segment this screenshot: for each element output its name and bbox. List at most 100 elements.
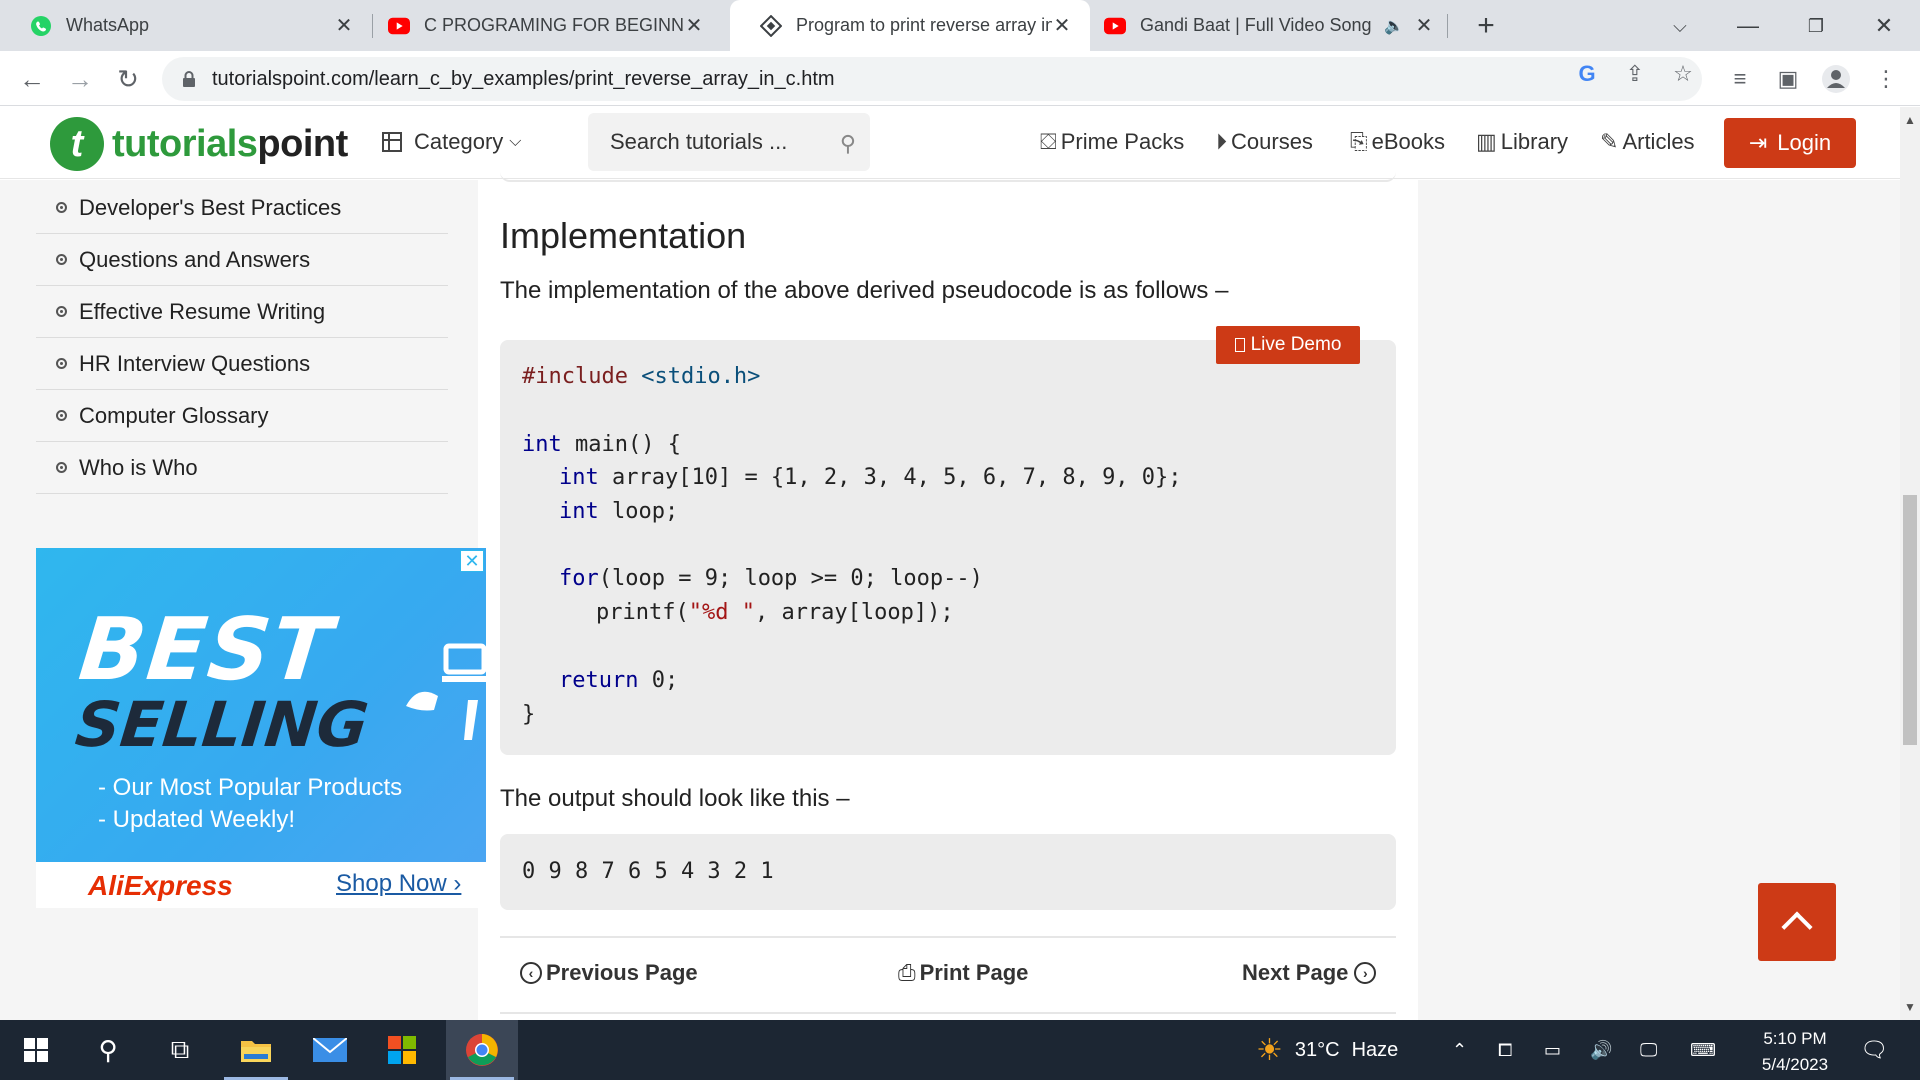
media-control-icon[interactable]: ≡ [1722,61,1758,97]
close-icon[interactable]: ✕ [1052,13,1072,38]
task-view-icon[interactable]: ⧉ [144,1020,216,1080]
shopping-items-icon [406,643,486,740]
code-line: int loop; [559,499,678,524]
page-scrollbar[interactable]: ▲ ▼ [1900,107,1920,1020]
code-line: int main() { [522,432,681,457]
search-taskbar-icon[interactable]: ⚲ [72,1020,144,1080]
close-window-button[interactable]: ✕ [1864,8,1904,44]
address-bar[interactable]: tutorialspoint.com/learn_c_by_examples/p… [162,57,1702,101]
tab-gandi-baat[interactable]: Gandi Baat | Full Video Song 🔈 ✕ [1090,0,1452,51]
share-icon[interactable]: ⇪ [1620,59,1650,89]
meet-now-icon[interactable]: ⧠ [1498,1020,1512,1080]
code-token: (loop = 9; loop >= 0; loop--) [598,566,983,591]
scroll-up-icon[interactable]: ▲ [1904,113,1916,127]
reload-button[interactable]: ↻ [110,61,146,97]
search-icon[interactable]: ⚲ [840,131,856,157]
intro-text: The implementation of the above derived … [500,277,1229,304]
file-explorer-icon[interactable] [220,1020,292,1080]
grid-icon [382,132,402,152]
next-page-link[interactable]: Next Page › [1242,960,1377,986]
weather-widget[interactable]: ☀ 31°C Haze [1256,1020,1398,1080]
search-input[interactable]: Search tutorials ... ⚲ [588,113,870,171]
volume-icon[interactable]: 🔊 [1590,1020,1612,1080]
google-icon[interactable]: G [1572,59,1602,89]
previous-page-link[interactable]: ‹ Previous Page [520,960,698,986]
code-token: loop; [598,499,679,524]
code-token: for [559,566,599,591]
close-ad-icon[interactable]: ✕ [460,550,484,572]
close-icon[interactable]: ✕ [684,13,704,38]
sidebar-item-label: HR Interview Questions [79,350,311,376]
tab-title: Gandi Baat | Full Video Song [1140,15,1372,35]
print-page-label: Print Page [919,960,1029,985]
output-intro-text: The output should look like this – [500,785,850,812]
tab-whatsapp[interactable]: WhatsApp ✕ [0,0,372,51]
sidebar-item-who-is-who[interactable]: Who is Who [36,442,448,494]
start-button[interactable] [0,1020,72,1080]
category-menu[interactable]: Category ⌵ [382,129,521,155]
advertisement[interactable]: BEST SELLING - Our Most Popular Products… [36,548,486,908]
mail-icon[interactable] [294,1020,366,1080]
code-token: int [522,432,562,457]
menu-kebab-icon[interactable]: ⋮ [1868,61,1904,97]
nav-articles[interactable]: ✎ Articles [1600,129,1695,155]
battery-icon[interactable]: ▭ [1544,1020,1561,1080]
print-page-link[interactable]: ⎙ Print Page [898,960,1028,986]
previous-page-label: Previous Page [546,960,698,985]
output-text: 0 9 8 7 6 5 4 3 2 1 [522,859,774,884]
code-token: array[10] = {1, 2, 3, 4, 5, 6, 7, 8, 9, … [598,465,1182,490]
sidebar-item-label: Developer's Best Practices [79,194,342,220]
forward-button[interactable]: → [62,61,98,97]
side-panel-icon[interactable]: ▣ [1770,61,1806,97]
back-button[interactable]: ← [14,61,50,97]
sidebar-item-effective-resume-writing[interactable]: Effective Resume Writing [36,286,448,338]
sidebar-item-label: Computer Glossary [79,402,269,428]
network-icon[interactable]: 🖵 [1640,1020,1657,1080]
shop-now-link[interactable]: Shop Now › [336,870,461,898]
show-hidden-icons-chevron-up-icon[interactable]: ⌃ [1452,1020,1467,1080]
scrollbar-thumb[interactable] [1903,495,1917,745]
code-line: #include <stdio.h> [522,364,760,389]
restore-button[interactable]: ❐ [1796,8,1836,44]
system-clock[interactable]: 5:10 PM 5/4/2023 [1740,1026,1850,1078]
close-icon[interactable]: ✕ [334,13,354,38]
sidebar-item-questions-and-answers[interactable]: Questions and Answers [36,234,448,286]
notifications-icon[interactable]: 🗨 [1860,1020,1888,1080]
profile-avatar-icon[interactable] [1818,61,1854,97]
tab-search-chevron-down-icon[interactable]: ⌵ [1660,8,1700,44]
windows-logo-icon [24,1038,48,1062]
scroll-down-icon[interactable]: ▼ [1904,1000,1916,1014]
nav-library[interactable]: ▥ Library [1476,129,1568,155]
speaker-icon[interactable]: 🔈 [1384,16,1404,36]
microsoft-store-icon[interactable] [366,1020,438,1080]
sidebar-item-hr-interview-questions[interactable]: HR Interview Questions [36,338,448,390]
browser-tab-bar: WhatsApp ✕ C PROGRAMING FOR BEGINNERS ✕ … [0,0,1920,51]
tab-c-programming[interactable]: C PROGRAMING FOR BEGINNERS ✕ [358,0,730,51]
login-button[interactable]: ⇥ Login [1724,118,1856,168]
weather-desc: Haze [1351,1038,1399,1061]
tutorialspoint-icon [760,14,782,37]
site-logo[interactable]: t tutorialspoint [50,117,348,171]
search-placeholder: Search tutorials ... [610,129,788,154]
tab-reverse-array[interactable]: Program to print reverse array in C ✕ [730,0,1090,51]
bullet-icon [56,254,67,265]
sidebar-item-developers-best-practices[interactable]: Developer's Best Practices [36,182,448,234]
keyboard-icon[interactable]: ⌨ [1690,1020,1716,1080]
sidebar-item-computer-glossary[interactable]: Computer Glossary [36,390,448,442]
bookmark-star-icon[interactable]: ☆ [1668,59,1698,89]
close-icon[interactable]: ✕ [1414,13,1434,38]
nav-ebooks[interactable]: ⎘ eBooks [1350,129,1445,155]
code-token: "%d " [688,600,755,625]
chrome-taskbar-icon[interactable] [446,1020,518,1080]
logo-mark-icon: t [50,117,104,171]
live-demo-button[interactable]: Live Demo [1216,326,1360,364]
minimize-button[interactable]: — [1728,8,1768,44]
new-tab-button[interactable]: + [1468,8,1504,44]
aliexpress-logo[interactable]: AliExpress [88,870,233,902]
code-token: , array[loop]); [754,600,954,625]
live-demo-label: Live Demo [1250,334,1342,355]
back-to-top-button[interactable] [1758,883,1836,961]
category-label: Category [414,129,504,154]
nav-courses[interactable]: ⏵ Courses [1216,129,1313,155]
nav-prime-packs[interactable]: ⛋ Prime Packs [1040,129,1184,155]
